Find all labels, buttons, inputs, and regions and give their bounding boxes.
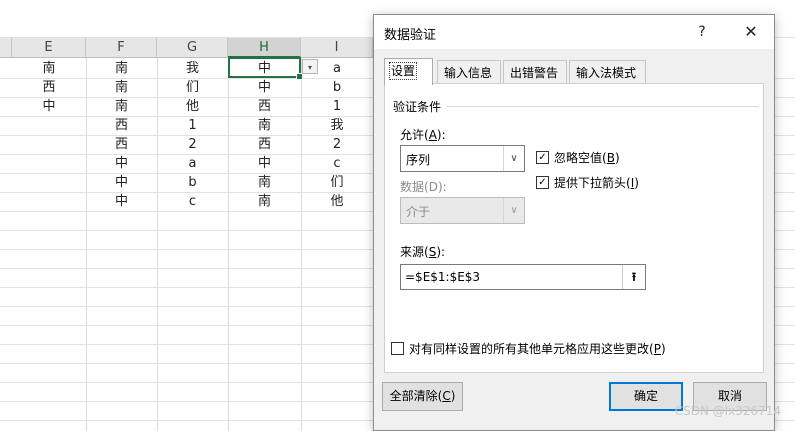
cell-e1[interactable]: 南 [12,59,86,78]
data-validation-dialog: 数据验证 ? ✕ 设置 输入信息 出错警告 输入法模式 验证条件 允许(A): … [373,14,775,431]
cell-g7[interactable]: b [157,173,228,192]
cell-g5[interactable]: 2 [157,135,228,154]
collapse-dialog-icon[interactable]: ⭱ [622,265,645,289]
allow-accesskey: A [428,128,437,142]
cell-h4[interactable]: 南 [228,116,301,135]
help-button[interactable]: ? [690,21,714,43]
show-dropdown-accesskey: I [630,176,635,190]
cell-e4[interactable] [12,116,86,135]
tab-input-message[interactable]: 输入信息 [437,60,501,84]
column-header-e[interactable]: E [12,38,86,58]
cell-e6[interactable] [12,154,86,173]
cell-i2[interactable]: b [301,78,373,97]
cell-g4[interactable]: 1 [157,116,228,135]
show-dropdown-checkbox[interactable]: ✓ [536,176,549,189]
check-icon: ✓ [538,177,547,188]
cell-g1[interactable]: 我 [157,59,228,78]
source-label-text: 来源 [400,245,425,259]
column-header-g[interactable]: G [157,38,228,58]
dropdown-arrow-icon[interactable]: ▾ [302,59,318,74]
source-accesskey: S [428,245,437,259]
cell-f1[interactable]: 南 [86,59,157,78]
data-accesskey: D [428,180,438,194]
cell-g8[interactable]: c [157,192,228,211]
cell-f7[interactable]: 中 [86,173,157,192]
show-dropdown-label[interactable]: 提供下拉箭头(I) [554,174,639,191]
cell-f8[interactable]: 中 [86,192,157,211]
apply-all-text: 对有同样设置的所有其他单元格应用这些更改 [409,342,650,356]
column-header-f[interactable]: F [86,38,157,58]
group-title: 验证条件 [393,98,446,115]
cell-e7[interactable] [12,173,86,192]
cell-g2[interactable]: 们 [157,78,228,97]
cell-g6[interactable]: a [157,154,228,173]
clear-all-text: 全部清除 [389,389,438,403]
column-header-blank [0,38,12,58]
data-label-text: 数据 [400,180,425,194]
tab-settings-label: 设置 [388,62,418,80]
cell-f4[interactable]: 西 [86,116,157,135]
cell-i8[interactable]: 他 [301,192,373,211]
cell-h2[interactable]: 中 [228,78,301,97]
group-divider [447,106,759,107]
cell-h8[interactable]: 南 [228,192,301,211]
clear-all-button[interactable]: 全部清除(C) [382,382,463,411]
column-header-i[interactable]: I [301,38,373,58]
apply-all-accesskey: P [653,342,661,356]
active-cell-border[interactable] [228,57,303,80]
cell-f3[interactable]: 南 [86,97,157,116]
tab-error-alert[interactable]: 出错警告 [503,60,567,84]
source-input[interactable]: =$E$1:$E$3 ⭱ [400,264,646,290]
cell-i3[interactable]: 1 [301,97,373,116]
cell-f6[interactable]: 中 [86,154,157,173]
cell-f2[interactable]: 南 [86,78,157,97]
apply-all-checkbox[interactable] [391,342,404,355]
close-button[interactable]: ✕ [738,21,764,43]
ignore-blank-checkbox[interactable]: ✓ [536,151,549,164]
column-header-h[interactable]: H [228,38,301,58]
dialog-title: 数据验证 [384,28,437,43]
chevron-down-icon: ∨ [503,146,524,171]
watermark: CSDN @lx326714 [674,404,781,418]
cell-f5[interactable]: 西 [86,135,157,154]
allow-select-value: 序列 [406,153,431,167]
allow-label-text: 允许 [400,128,425,142]
fill-handle[interactable] [296,73,303,80]
cell-i5[interactable]: 2 [301,135,373,154]
settings-panel: 验证条件 允许(A): 序列 ∨ ✓ 忽略空值(B) ✓ 提供下拉箭头(I) 数… [384,83,764,373]
tab-settings[interactable]: 设置 [384,58,433,85]
data-select: 介于 ∨ [400,197,525,224]
ignore-blank-accesskey: B [606,151,615,165]
cell-g3[interactable]: 他 [157,97,228,116]
cell-e3[interactable]: 中 [12,97,86,116]
ignore-blank-text: 忽略空值 [554,151,603,165]
allow-label: 允许(A): [400,128,446,142]
ignore-blank-label[interactable]: 忽略空值(B) [554,149,620,166]
show-dropdown-text: 提供下拉箭头 [554,176,627,190]
cell-e8[interactable] [12,192,86,211]
cell-i7[interactable]: 们 [301,173,373,192]
cell-h5[interactable]: 西 [228,135,301,154]
source-label: 来源(S): [400,245,446,259]
apply-all-label[interactable]: 对有同样设置的所有其他单元格应用这些更改(P) [409,340,666,357]
cell-h6[interactable]: 中 [228,154,301,173]
cell-i6[interactable]: c [301,154,373,173]
check-icon: ✓ [538,152,547,163]
chevron-down-icon: ∨ [503,198,524,223]
cell-h7[interactable]: 南 [228,173,301,192]
cell-e2[interactable]: 西 [12,78,86,97]
data-label: 数据(D): [400,180,447,194]
tab-ime-mode[interactable]: 输入法模式 [569,60,646,84]
cell-h3[interactable]: 西 [228,97,301,116]
allow-select[interactable]: 序列 ∨ [400,145,525,172]
data-select-value: 介于 [406,205,431,219]
cell-i4[interactable]: 我 [301,116,373,135]
dialog-titlebar[interactable]: 数据验证 ? ✕ [374,15,774,49]
cell-e5[interactable] [12,135,86,154]
source-input-value: =$E$1:$E$3 [405,270,481,284]
clear-all-accesskey: C [442,389,451,403]
ok-button[interactable]: 确定 [609,382,683,411]
